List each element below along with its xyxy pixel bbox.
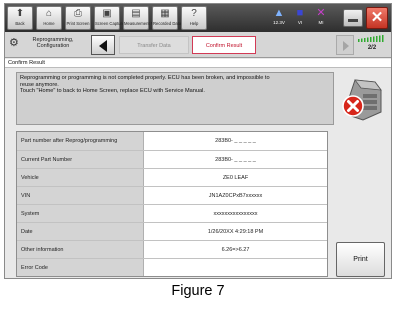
table-row: System xxxxxxxxxxxxxxxx — [17, 205, 327, 223]
row-value: xxxxxxxxxxxxxxxx — [143, 205, 327, 222]
page-indicator: 2/2 — [367, 45, 377, 51]
row-label: Part number after Reprog/programming — [17, 132, 143, 150]
screen-capture-button[interactable]: ▣ Screen Capture — [94, 6, 125, 30]
error-message: Reprogramming or programming is not comp… — [16, 72, 334, 125]
back-icon: ⬆ — [15, 8, 25, 19]
row-label: VIN — [17, 187, 143, 204]
row-label: Other information — [17, 241, 143, 258]
left-arrow-icon — [99, 40, 107, 52]
table-row: Current Part Number 283B0- _ _ _ _ _ — [17, 151, 327, 169]
row-value — [143, 259, 327, 276]
section-title: Confirm Result — [5, 59, 391, 68]
row-label: Date — [17, 223, 143, 240]
app-window: ⬆ Back ⌂ Home ⎙ Print Screen ▣ Screen Ca… — [4, 3, 392, 279]
recorded-data-button[interactable]: ▦ Recorded Data — [152, 6, 182, 30]
home-button[interactable]: ⌂ Home — [36, 6, 62, 30]
table-row: Error Code — [17, 259, 327, 276]
ecu-error-icon — [342, 79, 382, 121]
toolbar: ⬆ Back ⌂ Home ⎙ Print Screen ▣ Screen Ca… — [5, 4, 391, 32]
back-button[interactable] — [91, 35, 115, 55]
battery-status: ▲ 12.3V — [269, 6, 289, 28]
home-label: Home — [43, 21, 55, 26]
help-icon: ? — [191, 8, 197, 19]
step-transfer-data: Transfer Data — [119, 36, 189, 54]
vi-icon: ■ — [296, 7, 304, 19]
row-label: System — [17, 205, 143, 222]
back-toolbar-button[interactable]: ⬆ Back — [7, 6, 33, 30]
row-value: JN1AZ0CPxB7xxxxxx — [143, 187, 327, 204]
table-row: Other information 6.26=>6.27 — [17, 241, 327, 259]
row-value: 283B0- _ _ _ _ _ — [143, 132, 327, 150]
row-label: Error Code — [17, 259, 143, 276]
figure-caption: Figure 7 — [171, 283, 225, 299]
table-row: Date 1/26/20XX 4:29:18 PM — [17, 223, 327, 241]
print-button[interactable]: Print — [336, 242, 385, 277]
print-screen-button[interactable]: ⎙ Print Screen — [65, 6, 91, 30]
row-label: Current Part Number — [17, 151, 143, 168]
measure-icon: ▤ — [131, 8, 141, 19]
step-confirm-result: Confirm Result — [192, 36, 256, 54]
home-icon: ⌂ — [45, 8, 53, 19]
mi-label: MI — [318, 20, 324, 25]
close-icon: ✕ — [370, 9, 384, 26]
mi-icon: ✕ — [316, 7, 326, 19]
help-button[interactable]: ? Help — [181, 6, 207, 30]
table-row: VIN JN1AZ0CPxB7xxxxxx — [17, 187, 327, 205]
minimize-icon — [348, 19, 358, 22]
back-toolbar-label: Back — [15, 21, 25, 26]
breadcrumb: ⚙ Reprogramming, Configuration Transfer … — [5, 32, 391, 58]
row-value: 6.26=>6.27 — [143, 241, 327, 258]
recorded-data-label: Recorded Data — [153, 21, 182, 26]
signal-strength-icon — [358, 35, 384, 42]
row-label: Vehicle — [17, 169, 143, 186]
minimize-button[interactable] — [343, 9, 363, 27]
row-value: ZE0 LEAF — [143, 169, 327, 186]
measurement-mode-button[interactable]: ▤ Measurement Mode — [123, 6, 162, 30]
help-label: Help — [189, 21, 199, 26]
vi-status: ■ VI — [290, 6, 310, 28]
camera-icon: ▣ — [102, 8, 112, 19]
screen-capture-label: Screen Capture — [95, 21, 125, 26]
print-icon: ⎙ — [74, 8, 82, 19]
breadcrumb-label: Reprogramming, Configuration — [32, 37, 74, 49]
right-arrow-icon — [343, 41, 349, 51]
table-row: Vehicle ZE0 LEAF — [17, 169, 327, 187]
recorded-data-icon: ▦ — [160, 8, 170, 19]
result-table: Part number after Reprog/programming 283… — [16, 131, 328, 277]
vehicle-icon: ▲ — [273, 7, 285, 19]
next-button[interactable] — [336, 35, 354, 55]
table-row: Part number after Reprog/programming 283… — [17, 132, 327, 151]
battery-voltage: 12.3V — [273, 20, 285, 25]
measurement-mode-label: Measurement Mode — [124, 21, 162, 26]
row-value: 283B0- _ _ _ _ _ — [143, 151, 327, 168]
print-screen-label: Print Screen — [66, 21, 90, 26]
vi-label: VI — [297, 20, 303, 25]
close-button[interactable]: ✕ — [366, 7, 388, 29]
reprogramming-icon: ⚙ — [9, 37, 19, 49]
row-value: 1/26/20XX 4:29:18 PM — [143, 223, 327, 240]
message-line: Touch "Home" to back to Home Screen, rep… — [20, 88, 205, 94]
mi-status: ✕ MI — [311, 6, 331, 28]
